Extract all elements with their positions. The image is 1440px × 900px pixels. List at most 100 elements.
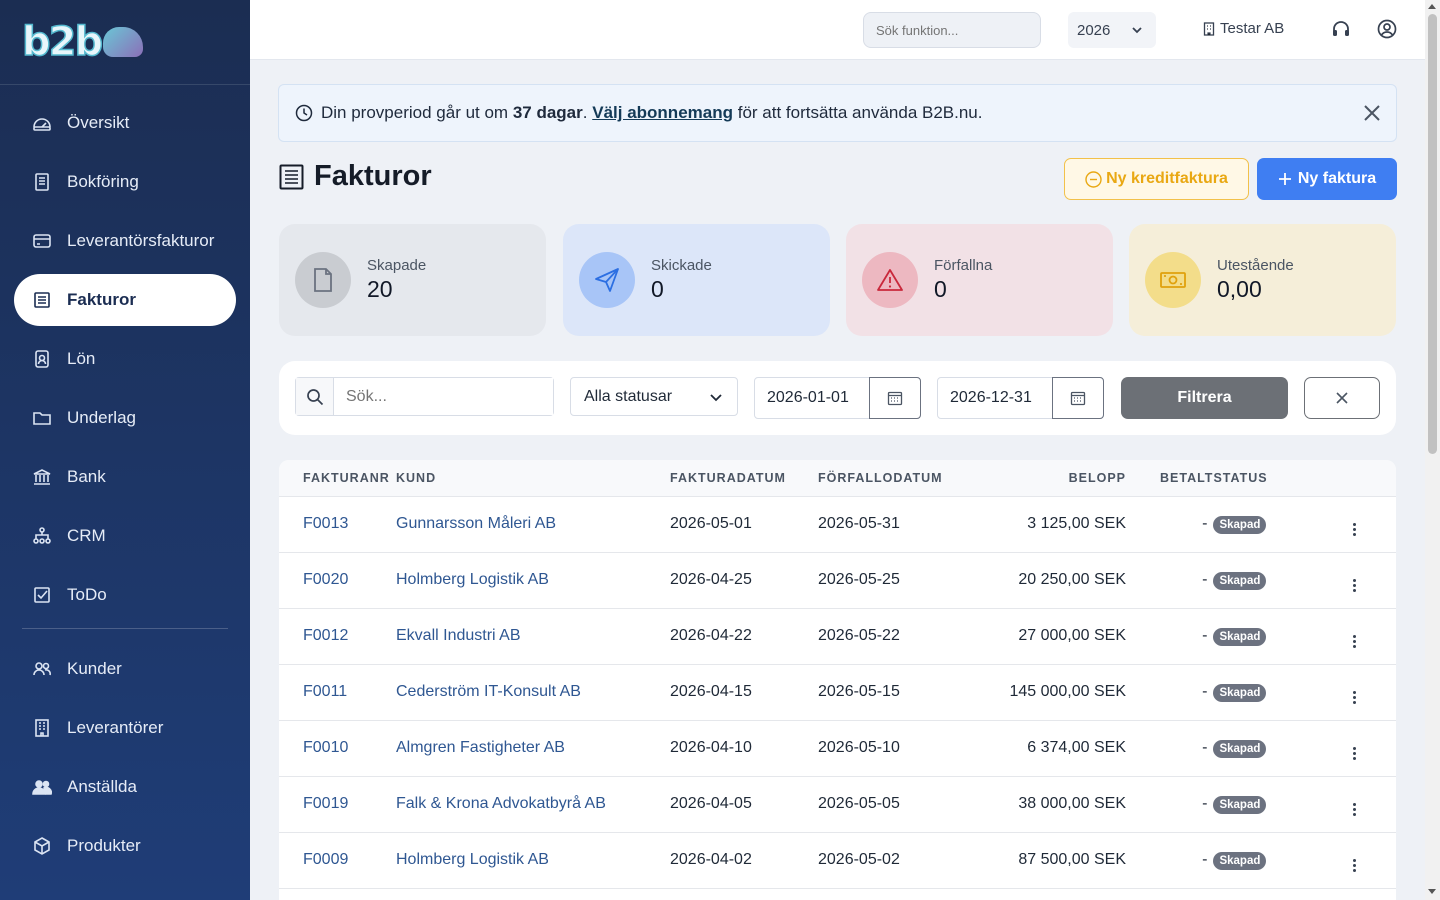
close-icon[interactable] [1362,103,1382,123]
column-header-belopp[interactable]: BELOPP [958,460,1126,497]
stat-card-created[interactable]: Skapade 20 [279,224,546,336]
scroll-thumb[interactable] [1428,14,1437,454]
cell-invoice-number: F0013 [279,496,396,553]
customer-link[interactable]: Gunnarsson Måleri AB [396,515,556,532]
cell-status: Skapad [1213,552,1314,609]
status-badge: Skapad [1213,795,1267,814]
status-select[interactable]: Alla statusar [570,377,738,416]
invoice-number-link[interactable]: F0019 [303,795,348,812]
column-header-kund[interactable]: KUND [396,460,670,497]
new-invoice-button[interactable]: Ny faktura [1257,158,1397,200]
cell-customer: Falk & Krona Advokatbyrå AB [396,776,670,833]
table-row[interactable]: F0009 Holmberg Logistik AB 2026-04-02 2026-… [279,832,1396,889]
more-actions-icon[interactable] [1353,578,1357,592]
sidebar-item-bokforing[interactable]: Bokföring [14,156,236,208]
sidebar-item-leverantorer[interactable]: Leverantörer [14,702,236,754]
table-row[interactable]: F0012 Ekvall Industri AB 2026-04-22 2026-05… [279,608,1396,665]
dashboard-icon [32,113,52,133]
status-badge: Skapad [1213,851,1267,870]
customer-link[interactable]: Holmberg Logistik AB [396,571,549,588]
date-to-field[interactable]: 2026-12-31 [937,377,1104,419]
more-actions-icon[interactable] [1353,634,1357,648]
new-credit-invoice-button[interactable]: Ny kreditfaktura [1064,158,1249,200]
building-icon [32,718,52,738]
year-select[interactable]: 2026 [1068,12,1156,48]
date-from-field[interactable]: 2026-01-01 [754,377,921,419]
sidebar-item-leverantorsfakturor[interactable]: Leverantörsfakturor [14,215,236,267]
more-actions-icon[interactable] [1353,690,1357,704]
cell-invoice-date: 2026-04-22 [670,608,818,665]
customer-link[interactable]: Cederström IT-Konsult AB [396,683,581,700]
scroll-down-arrow[interactable] [1428,889,1436,894]
company-selector[interactable]: Testar AB [1203,20,1284,37]
invoice-number-link[interactable]: F0012 [303,627,348,644]
table-row[interactable]: F0013 Gunnarsson Måleri AB 2026-05-01 2026-… [279,496,1396,553]
table-row[interactable]: F0020 Holmberg Logistik AB 2026-04-25 2026-… [279,552,1396,609]
headset-icon[interactable] [1330,18,1352,40]
sidebar-item-label: Lön [67,349,96,368]
page-scrollbar[interactable] [1425,0,1440,900]
customer-link[interactable]: Almgren Fastigheter AB [396,739,565,756]
page-title: Fakturor [279,160,432,193]
column-header-nr[interactable]: FAKTURANR [279,460,396,497]
sidebar-item-anstallda[interactable]: Anställda [14,761,236,813]
column-header-forfallodatum[interactable]: FÖRFALLODATUM [818,460,958,497]
customer-link[interactable]: Ekvall Industri AB [396,627,521,644]
user-account-icon[interactable] [1376,18,1398,40]
calendar-icon[interactable] [1052,377,1104,419]
customer-link[interactable]: Falk & Krona Advokatbyrå AB [396,795,606,812]
invoice-number-link[interactable]: F0009 [303,851,348,868]
choose-subscription-link[interactable]: Välj abonnemang [592,103,733,123]
function-search-input[interactable] [863,12,1041,48]
scroll-up-arrow[interactable] [1428,4,1436,9]
sidebar-item-kunder[interactable]: Kunder [14,643,236,695]
sidebar-item-produkter[interactable]: Produkter [14,820,236,872]
sidebar-item-todo[interactable]: ToDo [14,569,236,621]
cell-amount: 6 374,00 SEK [958,720,1126,777]
customer-link[interactable]: Holmberg Logistik AB [396,851,549,868]
cell-due-date: 2026-05-05 [818,776,958,833]
invoice-search-input[interactable] [334,378,553,415]
cell-invoice-date: 2026-04-10 [670,720,818,777]
logo[interactable]: b2b [0,0,250,85]
sidebar-item-underlag[interactable]: Underlag [14,392,236,444]
calendar-icon[interactable] [869,377,921,419]
column-header-status[interactable]: STATUS [1213,460,1314,497]
stat-label: Utestående [1217,257,1294,274]
invoice-number-link[interactable]: F0011 [303,683,347,700]
more-actions-icon[interactable] [1353,802,1357,816]
more-actions-icon[interactable] [1353,858,1357,872]
sidebar-item-bank[interactable]: Bank [14,451,236,503]
cell-due-date: 2026-05-02 [818,832,958,889]
cell-status: Skapad [1213,776,1314,833]
sidebar-item-oversikt[interactable]: Översikt [14,97,236,149]
column-header-fakturadatum[interactable]: FAKTURADATUM [670,460,818,497]
cash-icon [1145,252,1201,308]
filter-button[interactable]: Filtrera [1121,377,1288,419]
cell-customer: Holmberg Logistik AB [396,832,670,889]
sidebar-item-label: Fakturor [67,290,136,309]
more-actions-icon[interactable] [1353,746,1357,760]
clear-filter-button[interactable] [1304,377,1380,419]
table-row[interactable]: F0010 Almgren Fastigheter AB 2026-04-10 202… [279,720,1396,777]
warning-icon [862,252,918,308]
table-row[interactable]: F0019 Falk & Krona Advokatbyrå AB 2026-04-… [279,776,1396,833]
sidebar-item-label: Bank [67,467,106,486]
cell-actions [1313,720,1396,777]
sidebar-item-fakturor[interactable]: Fakturor [14,274,236,326]
sidebar-divider [22,628,228,629]
stat-card-overdue[interactable]: Förfallna 0 [846,224,1113,336]
sidebar-item-label: Leverantörer [67,718,164,737]
filter-bar: Alla statusar 2026-01-01 2026-12-31 Filt… [279,361,1396,435]
table-row[interactable]: F0011 Cederström IT-Konsult AB 2026-04-15 2… [279,664,1396,721]
sidebar-item-lon[interactable]: Lön [14,333,236,385]
stat-card-sent[interactable]: Skickade 0 [563,224,830,336]
sidebar-item-crm[interactable]: CRM [14,510,236,562]
invoice-number-link[interactable]: F0013 [303,515,348,532]
column-header-betalt[interactable]: BETALT [1126,460,1214,497]
stat-card-outstanding[interactable]: Utestående 0,00 [1129,224,1396,336]
sidebar-item-label: Underlag [67,408,136,427]
more-actions-icon[interactable] [1353,522,1357,536]
invoice-number-link[interactable]: F0010 [303,739,348,756]
invoice-number-link[interactable]: F0020 [303,571,348,588]
